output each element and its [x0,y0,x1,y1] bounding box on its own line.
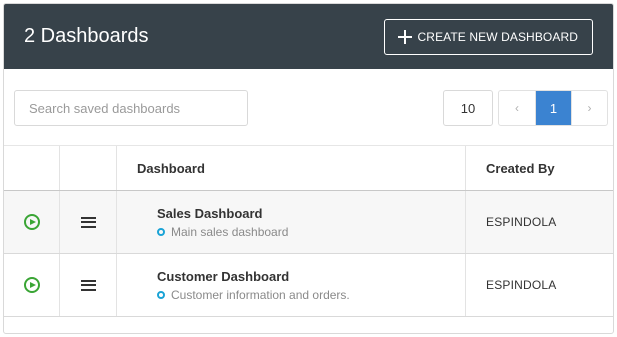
dashboard-description: Customer information and orders. [171,287,350,302]
dashboard-cell: Sales Dashboard Main sales dashboard [117,191,466,253]
run-cell [4,254,60,316]
panel-header: 2 Dashboards CREATE NEW DASHBOARD [4,4,613,69]
menu-cell [60,191,117,253]
page-title: 2 Dashboards [24,25,149,47]
run-cell [4,191,60,253]
create-button-label: CREATE NEW DASHBOARD [417,29,578,44]
created-by-cell: ESPINDOLA [466,254,613,316]
menu-cell [60,254,117,316]
hamburger-menu-icon[interactable] [80,279,96,291]
page-1-button[interactable]: 1 [535,91,571,125]
column-header-menu [60,146,117,190]
hamburger-menu-icon[interactable] [80,216,96,228]
dashboards-panel: 2 Dashboards CREATE NEW DASHBOARD 10 ‹ 1… [3,3,614,334]
dashboard-description-line: Customer information and orders. [157,288,350,302]
toolbar: 10 ‹ 1 › [4,69,613,145]
circle-dot-icon [157,290,165,299]
dashboard-title[interactable]: Customer Dashboard [157,269,350,284]
dashboard-description: Main sales dashboard [171,224,289,239]
table-header-row: Dashboard Created By [4,145,613,191]
search-input[interactable] [14,90,248,126]
column-header-dashboard[interactable]: Dashboard [117,146,466,190]
dashboards-table: Dashboard Created By Sales Dashboard Mai… [4,145,613,317]
pagination: ‹ 1 › [498,90,608,126]
dashboard-description-line: Main sales dashboard [157,225,288,239]
next-page-button[interactable]: › [571,91,607,125]
table-row: Sales Dashboard Main sales dashboard ESP… [4,191,613,254]
prev-page-button[interactable]: ‹ [499,91,535,125]
dashboard-cell: Customer Dashboard Customer information … [117,254,466,316]
created-by-cell: ESPINDOLA [466,191,613,253]
column-header-created-by[interactable]: Created By [466,146,613,190]
circle-dot-icon [157,227,165,236]
dashboard-title[interactable]: Sales Dashboard [157,206,288,221]
page-size-select[interactable]: 10 [443,90,493,126]
column-header-run [4,146,60,190]
plus-icon [397,29,412,44]
play-icon[interactable] [23,277,40,293]
table-row: Customer Dashboard Customer information … [4,254,613,317]
created-by: ESPINDOLA [486,278,557,292]
created-by: ESPINDOLA [486,215,557,229]
create-new-dashboard-button[interactable]: CREATE NEW DASHBOARD [383,18,593,55]
play-icon[interactable] [23,214,40,230]
